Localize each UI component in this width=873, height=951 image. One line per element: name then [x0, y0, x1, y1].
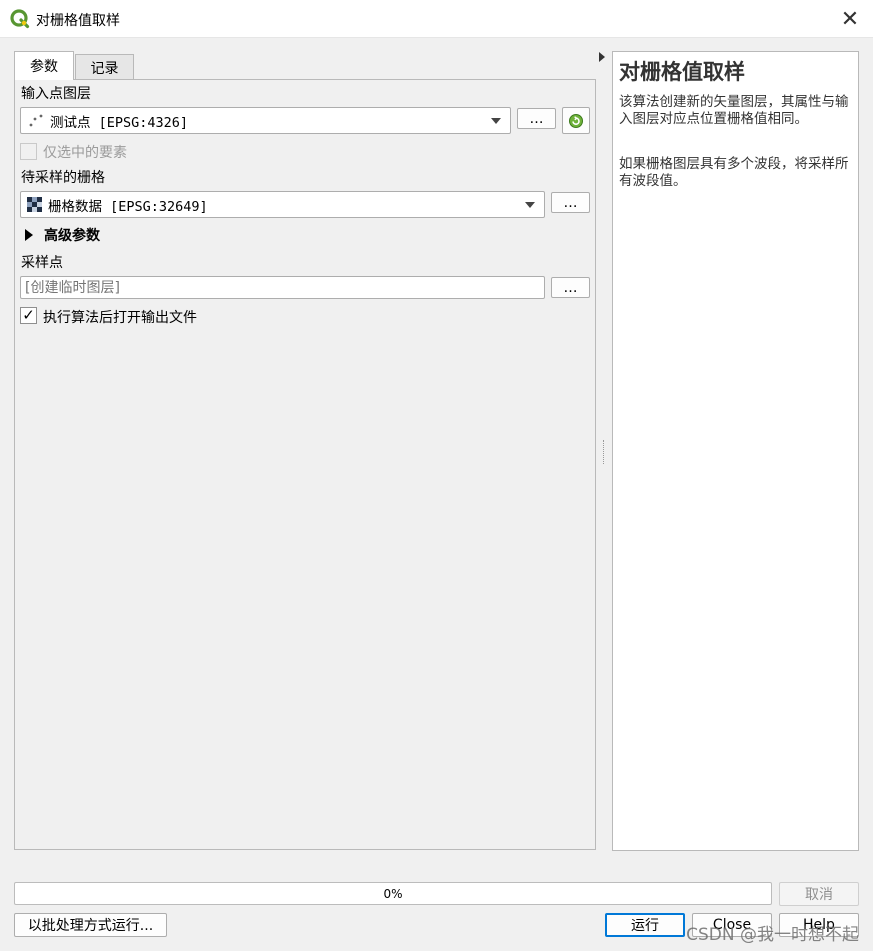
browse-label: … — [529, 110, 544, 127]
cancel-label: 取消 — [805, 887, 833, 903]
sample-points-browse-button[interactable]: … — [551, 277, 590, 298]
run-as-batch-button[interactable]: 以批处理方式运行... — [14, 913, 167, 937]
window-title: 对栅格值取样 — [36, 13, 120, 29]
input-layer-label: 输入点图层 — [21, 86, 91, 102]
watermark-text: CSDN @我一时想不起 — [686, 925, 859, 945]
collapse-help-arrow-icon[interactable] — [599, 52, 605, 62]
triangle-right-icon — [25, 229, 33, 241]
help-title: 对栅格值取样 — [619, 59, 745, 84]
selected-only-label: 仅选中的要素 — [43, 145, 127, 161]
input-layer-browse-button[interactable]: … — [517, 108, 556, 129]
raster-label: 待采样的栅格 — [21, 170, 105, 186]
input-layer-select[interactable]: 测试点 [EPSG:4326] — [20, 107, 511, 134]
refresh-icon — [569, 113, 583, 128]
raster-browse-button[interactable]: … — [551, 192, 590, 213]
advanced-parameters-label: 高级参数 — [44, 228, 100, 244]
help-description-paragraph: 该算法创建新的矢量图层，其属性与输入图层对应点位置栅格值相同。 — [619, 94, 849, 127]
qgis-logo-icon — [10, 9, 30, 29]
cancel-button[interactable]: 取消 — [779, 882, 859, 906]
chevron-down-icon — [525, 202, 535, 208]
run-label: 运行 — [631, 918, 659, 934]
splitter-handle[interactable] — [603, 440, 606, 464]
chevron-down-icon — [491, 118, 501, 124]
run-button[interactable]: 运行 — [605, 913, 685, 937]
sample-points-label: 采样点 — [21, 255, 63, 271]
close-window-icon[interactable]: ✕ — [827, 0, 873, 38]
help-panel: 对栅格值取样 该算法创建新的矢量图层，其属性与输入图层对应点位置栅格值相同。 如… — [612, 51, 859, 851]
raster-value: 栅格数据 [EPSG:32649] — [48, 198, 208, 215]
checkmark-icon: ✓ — [22, 306, 35, 324]
progress-text: 0% — [383, 886, 403, 901]
input-layer-value: 测试点 [EPSG:4326] — [50, 114, 189, 131]
browse-label: … — [563, 279, 578, 296]
progress-bar: 0% — [14, 882, 772, 905]
tab-parameters-label: 参数 — [30, 59, 58, 75]
title-bar: 对栅格值取样 ✕ — [0, 0, 873, 38]
tab-log[interactable]: 记录 — [75, 54, 134, 81]
raster-select[interactable]: 栅格数据 [EPSG:32649] — [20, 191, 545, 218]
help-bands-paragraph: 如果栅格图层具有多个波段，将采样所有波段值。 — [619, 156, 849, 189]
iterate-button[interactable] — [562, 107, 590, 134]
selected-only-checkbox[interactable] — [20, 143, 37, 160]
open-output-label: 执行算法后打开输出文件 — [43, 310, 197, 326]
browse-label: … — [563, 194, 578, 211]
sample-points-output-field[interactable] — [20, 276, 545, 299]
advanced-parameters-toggle[interactable]: 高级参数 — [23, 225, 133, 245]
open-output-checkbox[interactable]: ✓ — [20, 307, 37, 324]
point-layer-icon — [29, 114, 43, 126]
tab-log-label: 记录 — [90, 61, 119, 77]
tab-parameters[interactable]: 参数 — [14, 51, 74, 80]
batch-label: 以批处理方式运行... — [27, 918, 154, 934]
raster-layer-icon — [27, 196, 42, 212]
